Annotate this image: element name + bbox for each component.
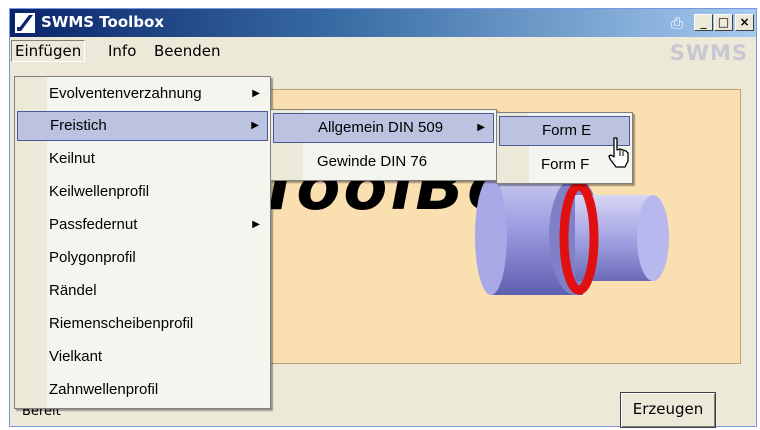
menu-item-evolventenverzahnung[interactable]: Evolventenverzahnung ▶	[17, 79, 268, 109]
menu-item-passfedernut[interactable]: Passfedernut ▶	[17, 210, 268, 240]
menu-item-freistich[interactable]: Freistich ▶	[17, 111, 268, 141]
menu-item-vielkant[interactable]: Vielkant	[17, 342, 268, 372]
submenu-arrow-icon: ▶	[477, 122, 485, 133]
minimize-button[interactable]: _	[694, 14, 713, 31]
menu-item-label: Riemenscheibenprofil	[49, 315, 194, 332]
menu-item-label: Vielkant	[49, 348, 103, 365]
menu-bar: Einfügen Info Beenden	[10, 37, 756, 65]
menu-item-label: Allgemein DIN 509	[318, 119, 444, 136]
menu-item-label: Form E	[542, 122, 592, 139]
submenu-arrow-icon: ▶	[251, 120, 259, 131]
menu-item-zahnwellenprofil[interactable]: Zahnwellenprofil	[17, 375, 268, 405]
menu-item-polygonprofil[interactable]: Polygonprofil	[17, 243, 268, 273]
app-logo-icon	[15, 13, 35, 33]
menu-item-label: Polygonprofil	[49, 249, 136, 266]
freistich-submenu: Allgemein DIN 509 ▶ Gewinde DIN 76	[270, 109, 497, 181]
erzeugen-button[interactable]: Erzeugen	[620, 392, 716, 428]
print-icon[interactable]: ⎙	[671, 14, 691, 32]
menu-beenden[interactable]: Beenden	[151, 40, 224, 62]
menu-item-label: Keilnut	[49, 150, 95, 167]
menu-item-keilnut[interactable]: Keilnut	[17, 144, 268, 174]
menu-item-allgemein-din-509[interactable]: Allgemein DIN 509 ▶	[273, 113, 494, 143]
menu-item-label: Form F	[541, 156, 590, 173]
menu-item-label: Evolventenverzahnung	[49, 85, 202, 102]
menu-item-label: Keilwellenprofil	[49, 183, 150, 200]
menu-item-label: Zahnwellenprofil	[49, 381, 159, 398]
close-button[interactable]: ×	[735, 14, 754, 31]
menu-item-label: Passfedernut	[49, 216, 138, 233]
menu-item-riemenscheibenprofil[interactable]: Riemenscheibenprofil	[17, 309, 268, 339]
mouse-cursor-icon	[608, 137, 629, 168]
title-bar[interactable]: SWMS Toolbox ⎙ _ □ ×	[10, 9, 756, 37]
menu-item-gewinde-din-76[interactable]: Gewinde DIN 76	[273, 147, 494, 177]
menu-info[interactable]: Info	[105, 40, 139, 62]
menu-item-label: Rändel	[49, 282, 97, 299]
menu-item-label: Freistich	[50, 117, 107, 134]
menu-item-raendel[interactable]: Rändel	[17, 276, 268, 306]
submenu-arrow-icon: ▶	[252, 219, 260, 230]
window-title: SWMS Toolbox	[41, 13, 165, 31]
menu-einfuegen[interactable]: Einfügen	[11, 40, 86, 62]
menu-item-keilwellenprofil[interactable]: Keilwellenprofil	[17, 177, 268, 207]
einfuegen-dropdown: Evolventenverzahnung ▶ Freistich ▶ Keilnut…	[14, 76, 271, 409]
submenu-arrow-icon: ▶	[252, 88, 260, 99]
menu-item-label: Gewinde DIN 76	[317, 153, 428, 170]
maximize-button[interactable]: □	[714, 14, 733, 31]
swms-logo: SWMS	[669, 41, 748, 65]
